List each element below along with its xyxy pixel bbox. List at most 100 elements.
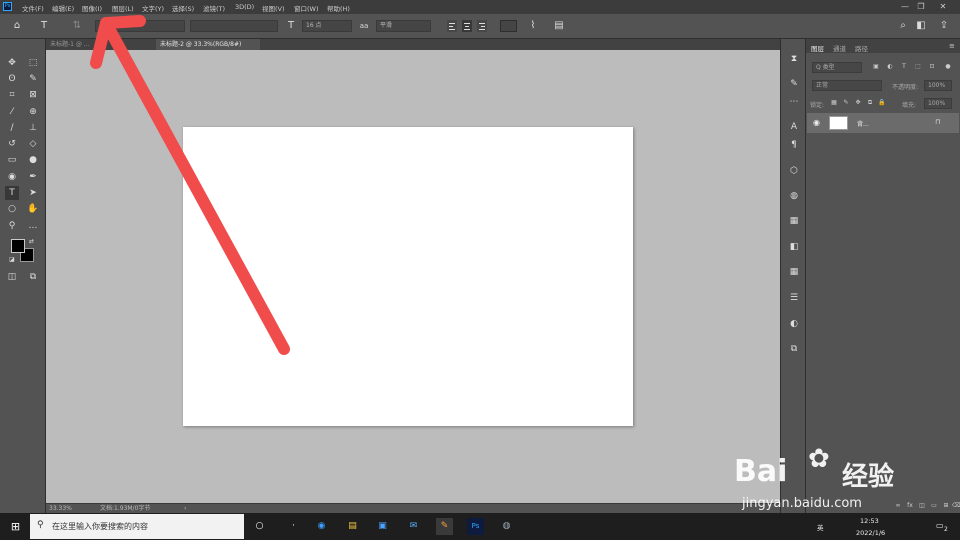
- type-tool-preset-icon[interactable]: T: [37, 19, 51, 33]
- layer-row-background[interactable]: ◉ 背... ⊓: [807, 113, 959, 133]
- brush-settings-icon[interactable]: ✎: [787, 77, 801, 91]
- lasso-icon[interactable]: ʘ: [5, 72, 19, 86]
- tab-channels[interactable]: 通道: [833, 43, 846, 53]
- share-icon[interactable]: ⇪: [937, 19, 951, 33]
- clock-date[interactable]: 2022/1/6: [856, 529, 885, 537]
- eyedropper-icon[interactable]: ⁄: [5, 105, 19, 119]
- menu-window[interactable]: 窗口(W): [294, 3, 319, 13]
- more-tools-icon[interactable]: …: [26, 219, 40, 233]
- foreground-color-swatch[interactable]: [11, 239, 25, 253]
- default-colors-icon[interactable]: ◪: [9, 256, 15, 263]
- eraser-icon[interactable]: ◇: [26, 137, 40, 151]
- menu-file[interactable]: 文件(F): [22, 3, 44, 13]
- dodge-icon[interactable]: ◉: [5, 170, 19, 184]
- menu-select[interactable]: 选择(S): [172, 3, 194, 13]
- new-group-icon[interactable]: ▭: [930, 502, 938, 510]
- search-icon[interactable]: ⌕: [896, 19, 910, 33]
- marquee-icon[interactable]: ⬚: [26, 56, 40, 70]
- minimize-icon[interactable]: —: [900, 2, 910, 11]
- anti-alias-select[interactable]: 平滑: [376, 20, 431, 32]
- blur-icon[interactable]: ●: [26, 153, 40, 167]
- history-panel-icon[interactable]: ⧗: [787, 52, 801, 66]
- fill-field[interactable]: 100%: [924, 98, 952, 109]
- opacity-field[interactable]: 100%: [924, 80, 952, 91]
- lock-pixels-icon[interactable]: ✎: [842, 99, 850, 107]
- align-right-button[interactable]: [477, 20, 487, 32]
- crop-icon[interactable]: ⌗: [5, 88, 19, 102]
- timeline-icon[interactable]: ▦: [787, 214, 801, 228]
- mail-icon[interactable]: ✉: [405, 518, 422, 535]
- delete-layer-icon[interactable]: ⌫: [952, 502, 960, 510]
- adjustments-icon[interactable]: ☰: [787, 291, 801, 305]
- screen-mode-icon[interactable]: ⧉: [26, 270, 40, 284]
- ellipse-icon[interactable]: ○: [5, 202, 19, 216]
- brushes-panel-icon[interactable]: ⋯: [787, 95, 801, 109]
- menu-help[interactable]: 帮助(H): [327, 3, 350, 13]
- menu-view[interactable]: 视图(V): [262, 3, 285, 13]
- blend-mode-select[interactable]: 正常: [812, 80, 882, 91]
- tab-document-1[interactable]: 未标题-1 @ ...: [46, 39, 156, 50]
- tab-document-2[interactable]: 未标题-2 @ 33.3%(RGB/8#): [156, 39, 260, 50]
- cortana-icon[interactable]: ○: [251, 518, 268, 535]
- swap-colors-icon[interactable]: ⇄: [29, 238, 34, 245]
- move-icon[interactable]: ✥: [5, 56, 19, 70]
- app-taskbar-icon[interactable]: ◍: [498, 518, 515, 535]
- menu-3d[interactable]: 3D(D): [235, 3, 254, 11]
- ime-indicator[interactable]: 英: [817, 522, 824, 532]
- menu-filter[interactable]: 滤镜(T): [203, 3, 225, 13]
- lock-artboard-icon[interactable]: ⧉: [866, 99, 874, 107]
- materials-icon[interactable]: ◍: [787, 189, 801, 203]
- align-left-button[interactable]: [447, 20, 457, 32]
- layer-mask-icon[interactable]: ◫: [918, 502, 926, 510]
- font-family-select[interactable]: [95, 20, 185, 32]
- paragraph-icon[interactable]: ¶: [787, 138, 801, 152]
- layer-style-icon[interactable]: fx: [906, 502, 914, 510]
- type-orientation-icon[interactable]: ⇅: [70, 19, 84, 33]
- align-center-button[interactable]: [462, 20, 472, 32]
- notification-icon[interactable]: ▭: [936, 521, 944, 530]
- frame-icon[interactable]: ⊠: [26, 88, 40, 102]
- gradients-panel-icon[interactable]: ◧: [787, 240, 801, 254]
- libraries-icon[interactable]: ⧉: [787, 342, 801, 356]
- filter-smart-icon[interactable]: ⊡: [928, 63, 936, 71]
- stamp-icon[interactable]: ⊥: [26, 121, 40, 135]
- layer-filter-input[interactable]: Q 类型: [812, 62, 862, 73]
- zoom-icon[interactable]: ⚲: [5, 219, 19, 233]
- tab-paths[interactable]: 路径: [855, 43, 868, 53]
- filter-toggle-icon[interactable]: ●: [944, 63, 952, 71]
- healing-icon[interactable]: ⊕: [26, 105, 40, 119]
- menu-edit[interactable]: 编辑(E): [52, 3, 74, 13]
- panel-menu-icon[interactable]: ≡: [949, 42, 955, 50]
- quick-select-icon[interactable]: ✎: [26, 72, 40, 86]
- clock-time[interactable]: 12:53: [860, 517, 879, 525]
- font-style-select[interactable]: [190, 20, 278, 32]
- menu-image[interactable]: 图像(I): [82, 3, 102, 13]
- brush-icon[interactable]: ∕: [5, 121, 19, 135]
- home-icon[interactable]: ⌂: [10, 19, 24, 33]
- photoshop-taskbar-icon[interactable]: Ps: [467, 518, 484, 535]
- type-icon[interactable]: T: [5, 186, 19, 200]
- font-size-select[interactable]: 16 点: [302, 20, 352, 32]
- character-panel-icon[interactable]: ▤: [552, 19, 566, 33]
- menu-type[interactable]: 文字(Y): [142, 3, 164, 13]
- paint-app-icon[interactable]: ✎: [436, 518, 453, 535]
- gradient-icon[interactable]: ▭: [5, 153, 19, 167]
- tab-layers[interactable]: 图层: [811, 43, 824, 53]
- link-layers-icon[interactable]: ∞: [894, 502, 902, 510]
- warp-text-icon[interactable]: ⌇: [526, 19, 540, 33]
- lock-position-icon[interactable]: ✥: [854, 99, 862, 107]
- workspace-icon[interactable]: ◧: [914, 19, 928, 33]
- edge-browser-icon[interactable]: ◉: [313, 518, 330, 535]
- new-layer-icon[interactable]: ⊞: [942, 502, 950, 510]
- path-select-icon[interactable]: ➤: [26, 186, 40, 200]
- lock-all-icon[interactable]: 🔒: [878, 99, 886, 107]
- close-icon[interactable]: ✕: [938, 2, 948, 11]
- filter-adjust-icon[interactable]: ◐: [886, 63, 894, 71]
- text-color-swatch[interactable]: [500, 20, 517, 32]
- menu-layer[interactable]: 图层(L): [112, 3, 134, 13]
- lock-transparent-icon[interactable]: ▦: [830, 99, 838, 107]
- document-canvas[interactable]: [183, 127, 633, 426]
- file-explorer-icon[interactable]: ▤: [344, 518, 361, 535]
- restore-icon[interactable]: ❐: [916, 2, 926, 11]
- hand-icon[interactable]: ✋: [26, 202, 40, 216]
